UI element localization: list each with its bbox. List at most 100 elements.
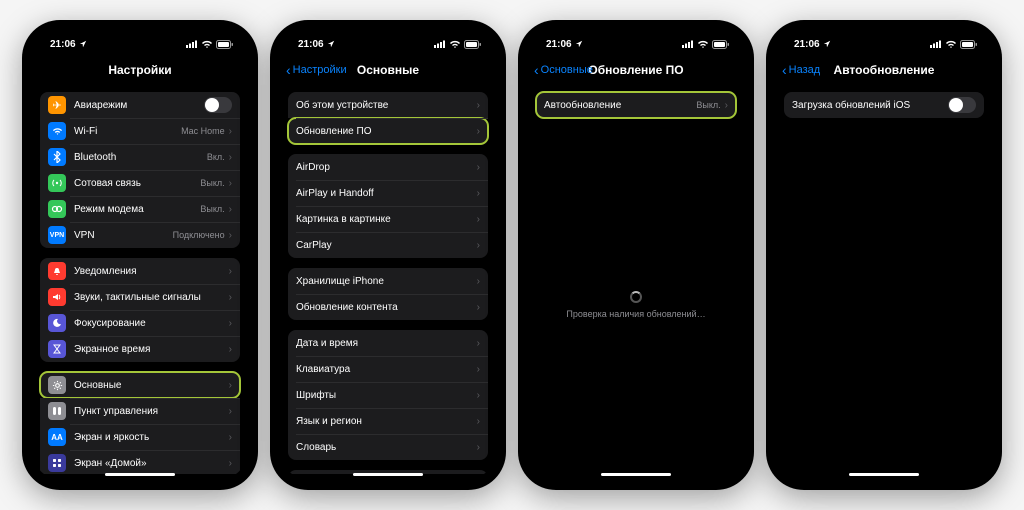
- row-airplay[interactable]: AirPlay и Handoff›: [288, 180, 488, 206]
- status-time: 21:06: [546, 39, 572, 50]
- speaker-icon: [48, 288, 66, 306]
- hotspot-icon: [48, 200, 66, 218]
- signal-icon: [186, 40, 198, 48]
- row-bluetooth[interactable]: Bluetooth Вкл. ›: [40, 144, 240, 170]
- row-detail: Подключено: [173, 230, 225, 240]
- wifi-row-icon: [48, 122, 66, 140]
- hourglass-icon: [48, 340, 66, 358]
- signal-icon: [434, 40, 446, 48]
- checking-status: Проверка наличия обновлений…: [528, 291, 744, 319]
- row-background-refresh[interactable]: Обновление контента›: [288, 294, 488, 320]
- wifi-icon: [201, 40, 213, 49]
- row-language[interactable]: Язык и регион›: [288, 408, 488, 434]
- row-label: Обновление контента: [296, 302, 477, 313]
- vpn-icon: VPN: [48, 226, 66, 244]
- phone-settings: 21:06 Настройки ✈︎ Авиарежим Wi: [22, 20, 258, 490]
- wifi-icon: [449, 40, 461, 49]
- row-screentime[interactable]: Экранное время ›: [40, 336, 240, 362]
- row-label: Дата и время: [296, 338, 477, 349]
- page-title: Обновление ПО: [588, 63, 683, 77]
- row-airdrop[interactable]: AirDrop›: [288, 154, 488, 180]
- spinner-icon: [630, 291, 642, 303]
- row-sounds[interactable]: Звуки, тактильные сигналы ›: [40, 284, 240, 310]
- download-toggle[interactable]: [948, 97, 976, 113]
- row-display[interactable]: AA Экран и яркость ›: [40, 424, 240, 450]
- chevron-right-icon: ›: [229, 380, 232, 391]
- row-general[interactable]: Основные ›: [40, 372, 240, 398]
- row-about[interactable]: Об этом устройстве ›: [288, 92, 488, 118]
- checking-label: Проверка наличия обновлений…: [566, 309, 705, 319]
- home-indicator[interactable]: [601, 473, 671, 476]
- status-time: 21:06: [298, 39, 324, 50]
- row-label: Экран «Домой»: [74, 458, 229, 469]
- battery-icon: [712, 40, 730, 49]
- back-button[interactable]: ‹ Основные: [534, 63, 593, 77]
- row-label: AirDrop: [296, 162, 477, 173]
- row-software-update[interactable]: Обновление ПО ›: [288, 118, 488, 144]
- back-button[interactable]: ‹ Настройки: [286, 63, 347, 77]
- chevron-right-icon: ›: [229, 204, 232, 215]
- signal-icon: [930, 40, 942, 48]
- row-detail: Выкл.: [200, 204, 224, 214]
- row-hotspot[interactable]: Режим модема Выкл. ›: [40, 196, 240, 222]
- chevron-right-icon: ›: [229, 152, 232, 163]
- row-detail: Выкл.: [200, 178, 224, 188]
- row-keyboard[interactable]: Клавиатура›: [288, 356, 488, 382]
- chevron-right-icon: ›: [477, 442, 480, 453]
- row-label: Уведомления: [74, 266, 229, 277]
- row-homescreen[interactable]: Экран «Домой» ›: [40, 450, 240, 474]
- chevron-right-icon: ›: [477, 338, 480, 349]
- screen: 21:06 ‹ Назад Автообновление Загрузка об…: [776, 30, 992, 480]
- row-dictionary[interactable]: Словарь›: [288, 434, 488, 460]
- row-carplay[interactable]: CarPlay›: [288, 232, 488, 258]
- back-button[interactable]: ‹ Назад: [782, 63, 820, 77]
- location-icon: [575, 40, 583, 48]
- row-label: Об этом устройстве: [296, 100, 477, 111]
- row-airplane[interactable]: ✈︎ Авиарежим: [40, 92, 240, 118]
- settings-list[interactable]: ✈︎ Авиарежим Wi-Fi Mac Home › Bluetooth …: [32, 86, 248, 474]
- status-time: 21:06: [50, 39, 76, 50]
- row-label: Обновление ПО: [296, 126, 477, 137]
- row-control-center[interactable]: Пункт управления ›: [40, 398, 240, 424]
- row-auto-update[interactable]: Автообновление Выкл. ›: [536, 92, 736, 118]
- row-label: Хранилище iPhone: [296, 276, 477, 287]
- chevron-right-icon: ›: [725, 100, 728, 111]
- airplane-toggle[interactable]: [204, 97, 232, 113]
- row-vpn[interactable]: VPN VPN Подключено ›: [40, 222, 240, 248]
- row-label: Основные: [74, 380, 229, 391]
- chevron-right-icon: ›: [477, 100, 480, 111]
- row-notifications[interactable]: Уведомления ›: [40, 258, 240, 284]
- cellular-icon: [48, 174, 66, 192]
- row-label: Экран и яркость: [74, 432, 229, 443]
- home-indicator[interactable]: [353, 473, 423, 476]
- chevron-right-icon: ›: [477, 214, 480, 225]
- chevron-right-icon: ›: [477, 188, 480, 199]
- home-indicator[interactable]: [105, 473, 175, 476]
- row-cellular[interactable]: Сотовая связь Выкл. ›: [40, 170, 240, 196]
- display-icon: AA: [48, 428, 66, 446]
- notch: [93, 30, 188, 48]
- row-focus[interactable]: Фокусирование ›: [40, 310, 240, 336]
- chevron-right-icon: ›: [477, 416, 480, 427]
- row-label: Шрифты: [296, 390, 477, 401]
- location-icon: [823, 40, 831, 48]
- row-wifi[interactable]: Wi-Fi Mac Home ›: [40, 118, 240, 144]
- chevron-right-icon: ›: [477, 240, 480, 251]
- row-download-ios[interactable]: Загрузка обновлений iOS: [784, 92, 984, 118]
- home-indicator[interactable]: [849, 473, 919, 476]
- row-fonts[interactable]: Шрифты›: [288, 382, 488, 408]
- row-storage[interactable]: Хранилище iPhone›: [288, 268, 488, 294]
- auto-update-content: Загрузка обновлений iOS: [776, 86, 992, 474]
- chevron-right-icon: ›: [229, 406, 232, 417]
- chevron-right-icon: ›: [477, 302, 480, 313]
- chevron-right-icon: ›: [229, 458, 232, 469]
- row-date[interactable]: Дата и время›: [288, 330, 488, 356]
- row-label: Язык и регион: [296, 416, 477, 427]
- chevron-right-icon: ›: [229, 266, 232, 277]
- general-list[interactable]: Об этом устройстве › Обновление ПО › Air…: [280, 86, 496, 474]
- row-label: AirPlay и Handoff: [296, 188, 477, 199]
- row-pip[interactable]: Картинка в картинке›: [288, 206, 488, 232]
- row-label: Словарь: [296, 442, 477, 453]
- row-label: Автообновление: [544, 100, 696, 111]
- battery-icon: [216, 40, 234, 49]
